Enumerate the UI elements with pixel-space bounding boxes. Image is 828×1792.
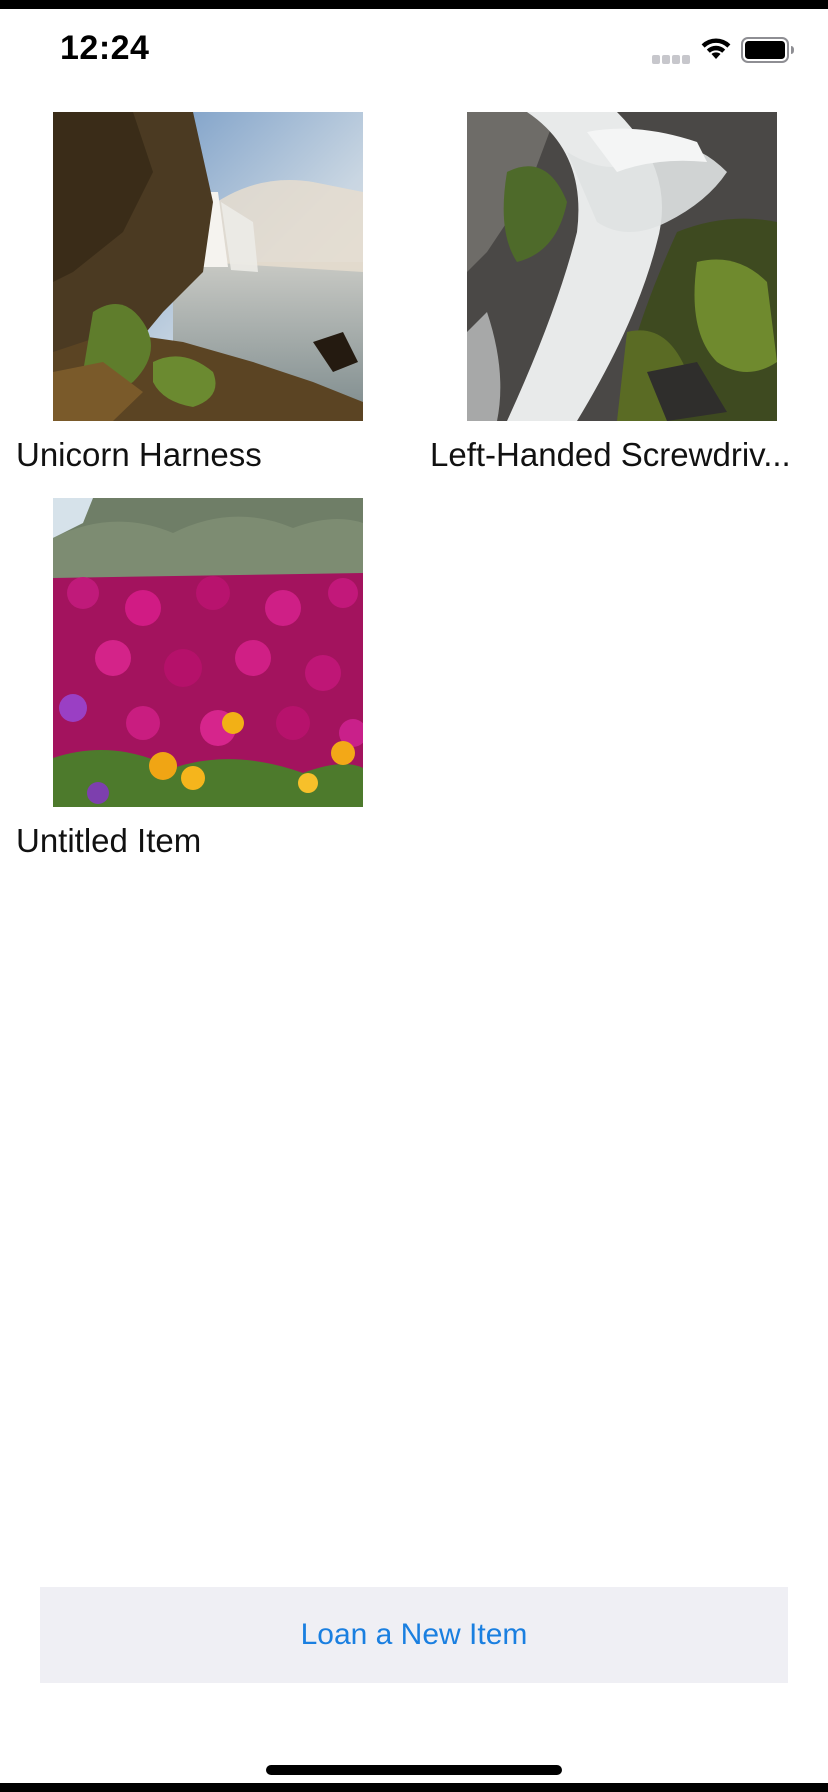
cellular-signal-icon (652, 55, 692, 65)
item-label: Unicorn Harness (16, 436, 262, 473)
wifi-icon (701, 38, 731, 59)
loan-new-item-button[interactable]: Loan a New Item (40, 1587, 788, 1683)
status-time: 12:24 (60, 29, 150, 67)
app-screen: 12:24 Unicorn Harness Left-Handed Screwd… (0, 9, 828, 1783)
item-label: Untitled Item (16, 822, 202, 859)
item-label: Left-Handed Screwdriv... (430, 436, 791, 473)
item-thumbnail (467, 112, 777, 421)
status-bar: 12:24 (0, 9, 828, 101)
home-indicator[interactable] (266, 1765, 562, 1775)
item-thumbnail (53, 498, 363, 807)
item-thumbnail (53, 112, 363, 421)
battery-icon (741, 37, 794, 63)
